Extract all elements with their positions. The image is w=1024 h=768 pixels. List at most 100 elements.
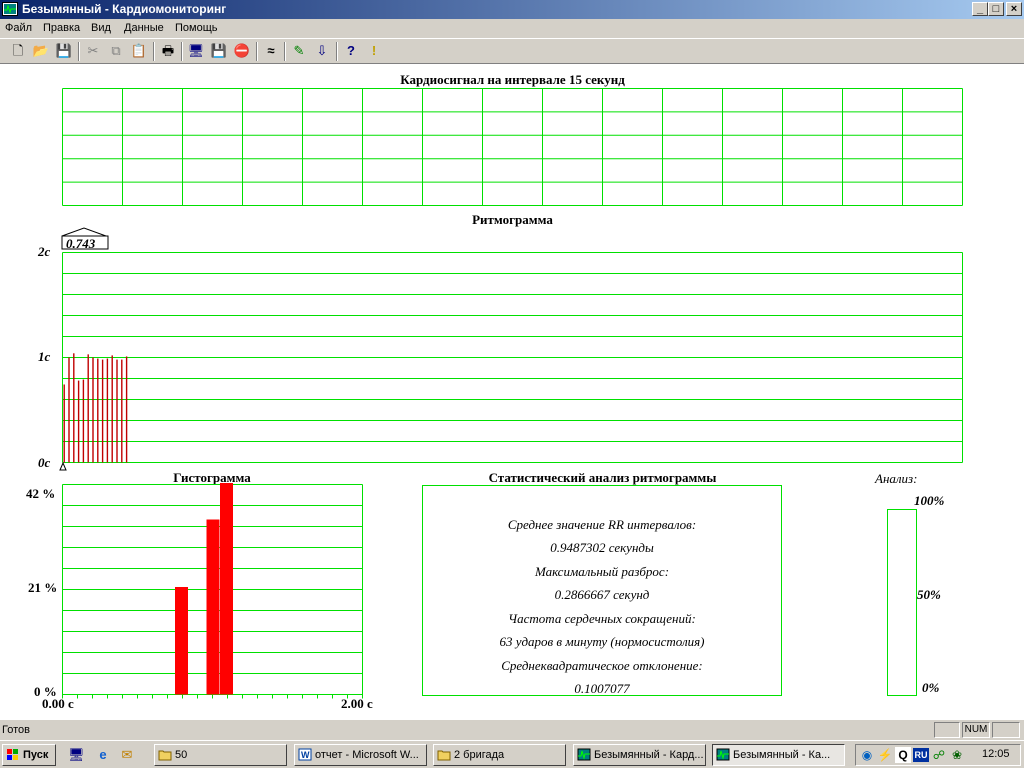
- analysis-label-0: 0%: [922, 680, 940, 695]
- rhythm-bar: [111, 355, 113, 463]
- help-icon[interactable]: ?: [341, 42, 361, 60]
- rhythm-bar: [125, 356, 128, 463]
- system-tray: ◉ ⚡ Q RU ☍ ❀ 12:05: [855, 744, 1021, 766]
- menu-file[interactable]: Файл: [5, 22, 32, 34]
- rhythm-bar: [77, 380, 80, 463]
- new-file-icon[interactable]: 🗋: [8, 42, 28, 60]
- rhythm-bar: [63, 384, 65, 463]
- paste-icon[interactable]: 📋: [129, 42, 149, 60]
- rhythm-y-label-mid: 1c: [38, 349, 51, 364]
- taskbar-button-word[interactable]: W отчет - Microsoft W...: [294, 744, 427, 766]
- taskbar-button-label: Безымянный - Ка...: [733, 749, 831, 761]
- rhythm-bar: [92, 357, 94, 463]
- taskbar: Пуск 🖥 e ✉ 50 W отчет - Microsoft W... 2…: [0, 740, 1024, 768]
- windows-logo-icon: [7, 749, 18, 760]
- folder-icon: [437, 750, 451, 761]
- import-icon[interactable]: ⇩: [312, 42, 332, 60]
- rhythm-bar: [121, 359, 123, 463]
- open-folder-icon[interactable]: 📂: [31, 42, 51, 60]
- tray-quicktime-icon[interactable]: Q: [895, 747, 911, 763]
- svg-text:W: W: [301, 750, 310, 760]
- stats-panel: Среднее значение RR интервалов: 0.948730…: [422, 485, 782, 696]
- taskbar-button-label: отчет - Microsoft W...: [315, 749, 419, 761]
- taskbar-button-cardio-1[interactable]: Безымянный - Кард...: [573, 744, 706, 766]
- status-num-indicator: NUM: [962, 722, 990, 738]
- title-bar[interactable]: Безымянный - Кардиомониторинг _ □ ×: [0, 0, 1024, 19]
- rhythm-start-marker: [59, 461, 67, 471]
- hist-bar: [220, 483, 233, 695]
- taskbar-button-label: 2 бригада: [454, 749, 505, 761]
- tray-language-indicator[interactable]: RU: [913, 748, 929, 762]
- start-label: Пуск: [23, 749, 49, 761]
- tray-connection-icon[interactable]: ☍: [931, 747, 947, 763]
- outlook-express-icon[interactable]: ✉: [119, 747, 135, 763]
- rhythm-bar: [101, 359, 104, 463]
- taskbar-button-cardio-2[interactable]: Безымянный - Ка...: [712, 744, 845, 766]
- analysis-label-100: 100%: [914, 493, 945, 508]
- cut-icon[interactable]: ✂: [83, 42, 103, 60]
- save-data-icon[interactable]: 💾: [209, 42, 229, 60]
- status-scroll-panel: [992, 722, 1020, 738]
- minimize-button[interactable]: _: [972, 2, 988, 16]
- window-title: Безымянный - Кардиомониторинг: [22, 2, 227, 16]
- stats-std-value: 0.1007077: [574, 681, 630, 696]
- info-icon[interactable]: !: [364, 42, 384, 60]
- close-button[interactable]: ×: [1006, 2, 1022, 16]
- rhythm-bar: [73, 353, 75, 463]
- folder-icon: [158, 750, 172, 761]
- stop-icon[interactable]: ⛔: [232, 42, 252, 60]
- stats-title: Статистический анализ ритмограммы: [488, 470, 717, 485]
- internet-explorer-icon[interactable]: e: [95, 747, 111, 763]
- copy-icon[interactable]: ⧉: [106, 42, 126, 60]
- cardio-app-icon: [716, 748, 730, 761]
- hist-y-label-max: 42 %: [26, 486, 56, 501]
- show-desktop-icon[interactable]: 🖥: [68, 747, 85, 763]
- menu-edit[interactable]: Правка: [43, 22, 80, 34]
- toolbar-separator: [336, 42, 338, 61]
- clock[interactable]: 12:05: [982, 748, 1010, 760]
- rhythm-y-label-min: 0c: [38, 455, 51, 470]
- stats-mean-label: Среднее значение RR интервалов:: [507, 517, 697, 532]
- taskbar-button-folder-50[interactable]: 50: [154, 744, 287, 766]
- hist-bar: [206, 519, 220, 695]
- menu-data[interactable]: Данные: [124, 22, 164, 34]
- rhythm-bar: [106, 358, 109, 463]
- stats-std-label: Среднеквадратическое отклонение:: [501, 658, 703, 673]
- analysis-label-50: 50%: [917, 587, 941, 602]
- cardio-title: Кардиосигнал на интервале 15 секунд: [400, 72, 625, 87]
- stats-range-label: Максимальный разброс:: [534, 564, 670, 579]
- rhythm-bar: [97, 358, 99, 463]
- rhythmogram-title: Ритмограмма: [472, 212, 553, 227]
- analysis-level-bar: [887, 509, 917, 696]
- tray-app-icon[interactable]: ❀: [949, 747, 965, 763]
- toolbar-separator: [256, 42, 258, 61]
- taskbar-button-label: Безымянный - Кард...: [594, 749, 704, 761]
- start-button[interactable]: Пуск: [2, 744, 56, 766]
- analysis-title: Анализ:: [875, 471, 918, 486]
- pen-icon[interactable]: ✎: [289, 42, 309, 60]
- rhythm-bar: [116, 359, 118, 463]
- hist-y-label-mid: 21 %: [28, 580, 58, 595]
- menu-view[interactable]: Вид: [91, 22, 111, 34]
- toolbar-separator: [181, 42, 183, 61]
- word-icon: W: [298, 748, 312, 761]
- cardio-app-icon: [577, 748, 591, 761]
- toolbar-separator: [78, 42, 80, 61]
- rhythm-y-label-max: 2c: [38, 244, 51, 259]
- tray-antivirus-icon[interactable]: ⚡: [877, 747, 893, 763]
- print-icon[interactable]: 🖶: [158, 42, 178, 60]
- app-icon[interactable]: [2, 2, 18, 16]
- maximize-button[interactable]: □: [988, 2, 1004, 16]
- monitor-icon[interactable]: 🖥: [186, 42, 206, 60]
- stats-heart-rate-value: 63 ударов в минуту (нормосистолия): [499, 634, 705, 649]
- tray-network-icon[interactable]: ◉: [859, 747, 875, 763]
- signal-icon[interactable]: ≈: [261, 42, 281, 60]
- save-icon[interactable]: 💾: [54, 42, 74, 60]
- stats-mean-value: 0.9487302 секунды: [550, 540, 654, 555]
- taskbar-button-folder-brigade[interactable]: 2 бригада: [433, 744, 566, 766]
- toolbar: 🗋 📂 💾 ✂ ⧉ 📋 🖶 🖥 💾 ⛔ ≈ ✎ ⇩ ? !: [0, 38, 1024, 64]
- stats-heart-rate-label: Частота сердечных сокращений:: [508, 611, 696, 626]
- menu-help[interactable]: Помощь: [175, 22, 218, 34]
- toolbar-separator: [284, 42, 286, 61]
- rhythm-bar: [82, 379, 85, 463]
